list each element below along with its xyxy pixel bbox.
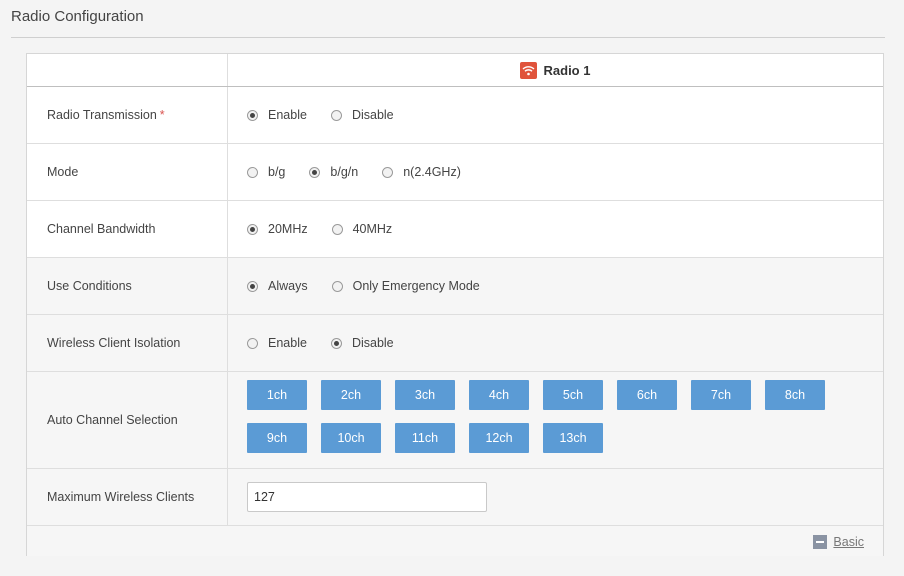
channel-button-4ch[interactable]: 4ch (469, 380, 529, 410)
option-label: Disable (351, 336, 394, 350)
radio-button[interactable] (247, 166, 258, 178)
radio-transmission-disable[interactable]: Disable (330, 108, 394, 122)
option-label: 20MHz (268, 222, 308, 236)
channel-button-5ch[interactable]: 5ch (543, 380, 603, 410)
channel-bandwidth-label: Channel Bandwidth (47, 222, 156, 236)
column-divider (227, 144, 228, 200)
radio-button[interactable] (309, 166, 321, 178)
max-clients-input[interactable] (247, 482, 487, 512)
basic-view-link[interactable]: Basic (813, 535, 864, 549)
use-always[interactable]: Always (247, 279, 308, 293)
channel-button-1ch[interactable]: 1ch (247, 380, 307, 410)
option-label: 40MHz (352, 222, 393, 236)
radio-button[interactable] (331, 223, 343, 235)
client-isolation-label: Wireless Client Isolation (47, 336, 181, 350)
channel-button-9ch[interactable]: 9ch (247, 423, 307, 453)
client-isolation-options: Enable Disable (247, 315, 883, 371)
mode-label: Mode (47, 165, 79, 179)
row-label: Radio Transmission * (27, 87, 227, 143)
use-emergency-only[interactable]: Only Emergency Mode (331, 279, 480, 293)
mode-n24[interactable]: n(2.4GHz) (382, 165, 461, 179)
mode-bgn[interactable]: b/g/n (309, 165, 358, 179)
radio-button[interactable] (331, 280, 343, 292)
radio-transmission-options: Enable Disable (247, 87, 883, 143)
collapse-icon (813, 535, 828, 549)
mode-options: b/g b/g/n n(2.4GHz) (247, 144, 883, 200)
radio-button[interactable] (382, 166, 394, 178)
option-label: Enable (268, 108, 307, 122)
channel-button-2ch[interactable]: 2ch (321, 380, 381, 410)
mode-bg[interactable]: b/g (247, 165, 285, 179)
wifi-icon (519, 61, 537, 79)
column-divider (227, 258, 228, 314)
row-radio-transmission: Radio Transmission * Enable Disable (27, 87, 883, 144)
basic-link-label: Basic (833, 535, 864, 549)
auto-channel-label: Auto Channel Selection (47, 413, 178, 427)
option-label: Disable (351, 108, 394, 122)
radio-button[interactable] (247, 109, 258, 121)
column-divider (227, 201, 228, 257)
row-channel-bandwidth: Channel Bandwidth 20MHz 40MHz (27, 201, 883, 258)
radio-header-label: Radio 1 (543, 62, 591, 78)
radio-button[interactable] (247, 223, 258, 235)
bandwidth-20mhz[interactable]: 20MHz (247, 222, 308, 236)
page-title: Radio Configuration (11, 8, 144, 25)
use-conditions-label: Use Conditions (47, 279, 132, 293)
channel-button-11ch[interactable]: 11ch (395, 423, 455, 453)
radio-transmission-enable[interactable]: Enable (247, 108, 307, 122)
required-mark: * (159, 108, 165, 122)
column-divider (227, 87, 228, 143)
column-divider (227, 372, 228, 468)
use-conditions-options: Always Only Emergency Mode (247, 258, 883, 314)
row-use-conditions: Use Conditions Always Only Emergency Mod… (27, 258, 883, 315)
max-clients-label: Maximum Wireless Clients (47, 490, 195, 504)
radio-header-row: Radio 1 (27, 54, 883, 87)
panel-footer: Basic (27, 526, 883, 556)
row-max-clients: Maximum Wireless Clients (27, 469, 883, 526)
isolation-disable[interactable]: Disable (330, 336, 394, 350)
row-client-isolation: Wireless Client Isolation Enable Disable (27, 315, 883, 372)
option-label: n(2.4GHz) (403, 165, 461, 179)
radio-button[interactable] (330, 109, 342, 121)
channel-button-6ch[interactable]: 6ch (617, 380, 677, 410)
channel-bandwidth-options: 20MHz 40MHz (247, 201, 883, 257)
row-auto-channel: Auto Channel Selection 1ch 2ch 3ch 4ch 5… (27, 372, 883, 469)
channel-button-13ch[interactable]: 13ch (543, 423, 603, 453)
radio-button[interactable] (247, 337, 258, 349)
column-divider (227, 469, 228, 525)
radio-button[interactable] (330, 337, 342, 349)
option-label: Enable (268, 336, 307, 350)
column-divider (227, 315, 228, 371)
radio-config-panel: Radio 1 Radio Transmission * Enable Disab… (26, 53, 884, 556)
channel-button-8ch[interactable]: 8ch (765, 380, 825, 410)
row-mode: Mode b/g b/g/n n(2.4GHz) (27, 144, 883, 201)
option-label: Always (268, 279, 308, 293)
channel-button-12ch[interactable]: 12ch (469, 423, 529, 453)
channel-button-3ch[interactable]: 3ch (395, 380, 455, 410)
radio-transmission-label: Radio Transmission (47, 108, 157, 122)
title-divider (11, 37, 885, 38)
option-label: b/g (268, 165, 286, 179)
option-label: b/g/n (330, 165, 359, 179)
bandwidth-40mhz[interactable]: 40MHz (331, 222, 393, 236)
radio-header: Radio 1 (227, 54, 883, 86)
isolation-enable[interactable]: Enable (247, 336, 307, 350)
channel-button-10ch[interactable]: 10ch (321, 423, 381, 453)
radio-button[interactable] (247, 280, 258, 292)
channel-button-7ch[interactable]: 7ch (691, 380, 751, 410)
option-label: Only Emergency Mode (352, 279, 480, 293)
max-clients-container (247, 469, 883, 525)
